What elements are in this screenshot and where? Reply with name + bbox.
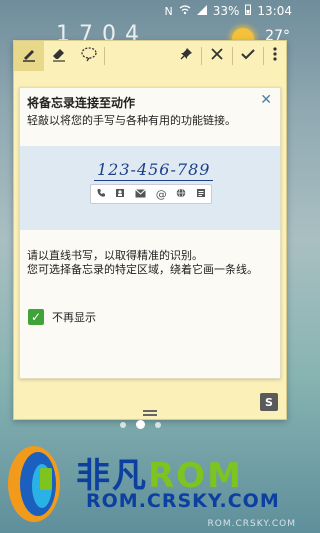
pen-icon	[21, 46, 37, 66]
hint-instructions: 请以直线书写，以取得精准的识别。 您可选择备忘录的特定区域，绕着它画一条线。	[27, 249, 277, 277]
status-time: 13:04	[257, 4, 292, 18]
page-dot	[120, 421, 126, 428]
wifi-icon	[179, 4, 191, 18]
home-page-indicator	[120, 420, 161, 429]
watermark-small-url: ROM.CRSKY.COM	[207, 519, 296, 529]
page-dot-current	[136, 420, 145, 429]
pen-tool-button[interactable]	[14, 41, 44, 71]
hint-card: 将备忘录连接至动作 ✕ 轻敲以将您的手写与各种有用的功能链接。 123-456-…	[19, 87, 281, 379]
memo-toolbar	[14, 41, 286, 71]
battery-percent: 33%	[212, 4, 240, 18]
watermark: 非凡ROM ROM.CRSKY.COM ROM.CRSKY.COM	[0, 430, 300, 533]
pin-button[interactable]	[171, 41, 201, 71]
pin-icon	[179, 47, 193, 65]
demo-action-bar: @	[90, 184, 212, 204]
email-icon	[135, 188, 146, 201]
action-memo-panel: 将备忘录连接至动作 ✕ 轻敲以将您的手写与各种有用的功能链接。 123-456-…	[13, 40, 287, 420]
memo-icon	[196, 188, 206, 201]
done-icon	[240, 47, 256, 65]
notification-icon: N	[164, 4, 173, 18]
contact-icon	[115, 188, 125, 201]
signal-icon	[196, 4, 207, 18]
panel-resize-handle[interactable]	[140, 410, 160, 420]
dont-show-label: 不再显示	[52, 311, 96, 324]
lasso-tool-button[interactable]	[74, 41, 104, 71]
dont-show-checkbox[interactable]: ✓	[28, 309, 44, 325]
hint-instruction-line: 请以直线书写，以取得精准的识别。	[27, 249, 203, 262]
browser-icon	[176, 187, 186, 201]
watermark-logo-icon	[8, 446, 60, 522]
demo-illustration: 123-456-789 @	[20, 146, 280, 230]
hint-close-button[interactable]: ✕	[260, 92, 272, 108]
watermark-url: ROM.CRSKY.COM	[86, 490, 280, 512]
phone-icon	[96, 188, 106, 201]
eraser-tool-button[interactable]	[44, 41, 74, 71]
hint-instruction-line: 您可选择备忘录的特定区域，绕着它画一条线。	[27, 263, 258, 276]
more-options-button[interactable]	[264, 41, 286, 71]
eraser-icon	[51, 46, 67, 66]
status-bar: N 33% 13:04	[0, 0, 300, 22]
done-button[interactable]	[233, 41, 263, 71]
close-icon	[210, 47, 224, 65]
lasso-icon	[80, 46, 98, 66]
dont-show-again-option[interactable]: ✓ 不再显示	[28, 309, 96, 325]
page-dot	[155, 421, 161, 428]
hint-description: 轻敲以将您的手写与各种有用的功能链接。	[27, 114, 236, 127]
more-icon	[273, 47, 277, 65]
toolbar-divider	[104, 47, 105, 65]
at-icon: @	[155, 187, 167, 201]
close-memo-button[interactable]	[202, 41, 232, 71]
hint-title: 将备忘录连接至动作	[27, 96, 136, 110]
close-icon: ✕	[260, 92, 272, 108]
s-note-icon[interactable]: S	[260, 393, 278, 411]
battery-icon	[245, 4, 252, 18]
handwritten-number: 123-456-789	[94, 160, 214, 181]
